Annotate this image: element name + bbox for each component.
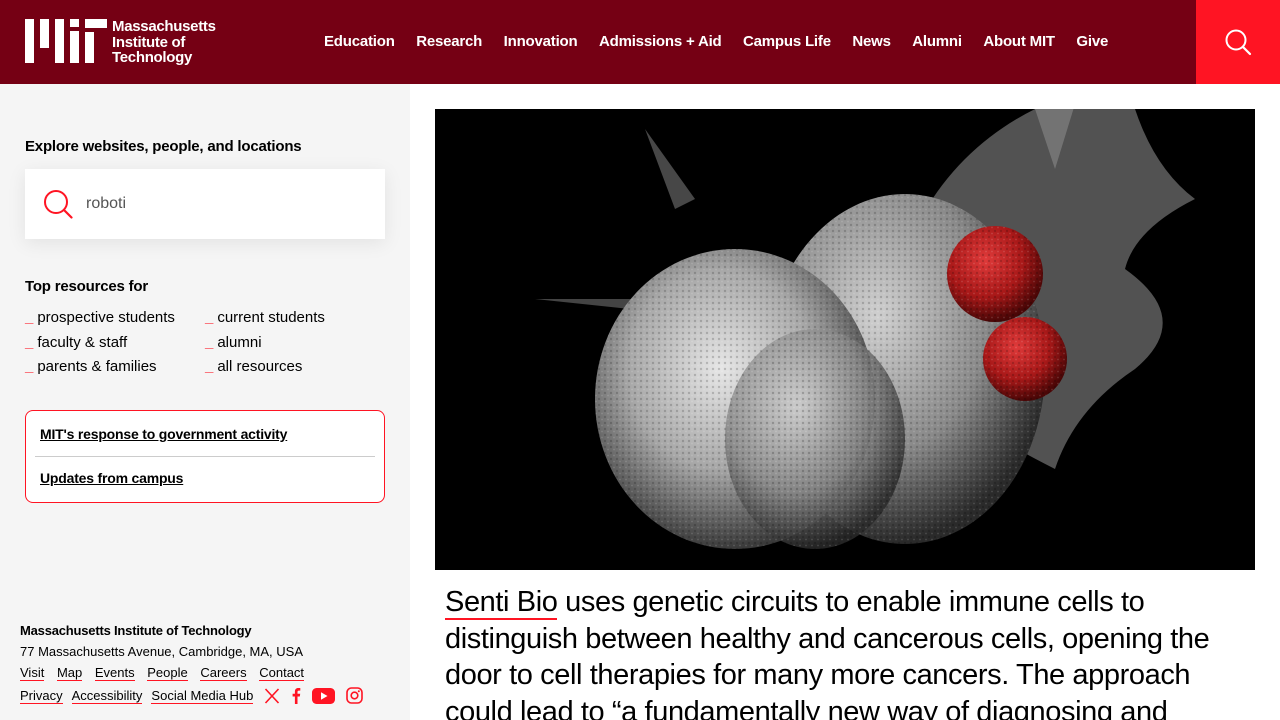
footer-links-row-1: Visit Map Events People Careers Contact [20,665,313,681]
resource-label: current students [217,309,325,326]
facebook-icon[interactable] [291,687,301,704]
nav-news[interactable]: News [852,32,891,51]
nav-about[interactable]: About MIT [983,32,1055,51]
footer-address: 77 Massachusetts Avenue, Cambridge, MA, … [20,644,304,659]
notice-box: MIT's response to government activity Up… [25,410,385,503]
main-nav: Education Research Innovation Admissions… [324,32,1130,51]
footer-link-social-media-hub[interactable]: Social Media Hub [151,688,254,704]
footer-link-events[interactable]: Events [94,665,135,681]
footer-title: Massachusetts Institute of Technology [20,623,252,638]
footer-link-privacy[interactable]: Privacy [20,688,63,704]
search-icon [1225,29,1252,56]
resources-list: _ prospective students _ current students … [25,308,385,377]
youtube-icon[interactable] [312,687,336,704]
x-icon[interactable] [264,687,280,704]
footer-link-people[interactable]: People [147,665,188,681]
resource-prospective-students[interactable]: _ prospective students [25,308,205,328]
nav-campus-life[interactable]: Campus Life [743,32,831,51]
headline-text: uses genetic circuits to enable immune c… [445,586,1210,720]
explore-title: Explore websites, people, and locations [25,138,302,155]
logo-line-2: Institute of [112,33,186,51]
social-icons [264,687,374,704]
header-search-button[interactable] [1196,0,1280,84]
resource-alumni[interactable]: _ alumni [205,333,385,353]
government-activity-link[interactable]: MIT's response to government activity [40,426,287,442]
resource-faculty-staff[interactable]: _ faculty & staff [25,333,205,353]
resource-label: prospective students [37,309,175,326]
nav-research[interactable]: Research [416,32,482,51]
logo-line-3: Technology [112,49,193,66]
site-header: Massachusetts Institute of Technology Ed… [0,0,1280,84]
instagram-icon[interactable] [346,687,364,704]
mit-logo-mark [25,19,107,63]
resource-all-resources[interactable]: _ all resources [205,357,385,377]
footer-link-contact[interactable]: Contact [259,665,305,681]
news-headline: Senti Bio uses genetic circuits to enabl… [445,584,1255,720]
resource-parents-families[interactable]: _ parents & families [25,357,205,377]
sidebar: Explore websites, people, and locations … [0,84,410,720]
top-resources-title: Top resources for [25,278,149,295]
resource-label: all resources [217,358,303,375]
resource-label: alumni [217,333,262,351]
campus-updates-link[interactable]: Updates from campus [40,470,183,486]
divider [35,456,375,457]
nav-innovation[interactable]: Innovation [504,32,578,51]
footer-link-accessibility[interactable]: Accessibility [71,688,143,704]
nav-admissions[interactable]: Admissions + Aid [599,32,722,51]
search-input[interactable] [86,195,346,213]
cell-microscopy-illustration [435,109,1255,570]
footer-link-visit[interactable]: Visit [20,665,45,681]
hero-image[interactable] [435,109,1255,570]
search-icon [43,189,73,219]
nav-education[interactable]: Education [324,32,395,51]
mit-logo[interactable]: Massachusetts Institute of Technology [25,19,216,65]
footer-links-row-2: Privacy Accessibility Social Media Hub [20,687,374,704]
resource-label: faculty & staff [37,333,128,351]
headline-link-senti-bio[interactable]: Senti Bio [445,586,558,620]
resource-label: parents & families [37,358,157,375]
footer-link-careers[interactable]: Careers [200,665,247,681]
nav-give[interactable]: Give [1076,32,1108,51]
search-box [25,169,385,239]
footer-link-map[interactable]: Map [56,665,83,681]
logo-wordmark: Massachusetts Institute of Technology [112,19,216,66]
logo-line-1: Massachusetts [112,18,216,35]
resource-current-students[interactable]: _ current students [205,308,385,328]
nav-alumni[interactable]: Alumni [912,32,962,51]
